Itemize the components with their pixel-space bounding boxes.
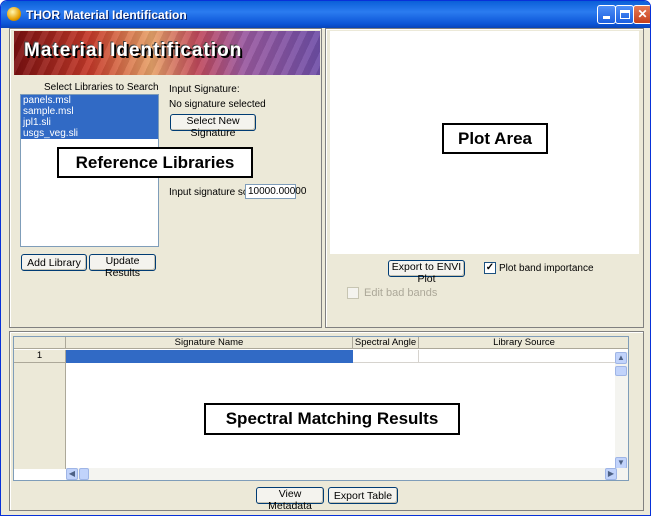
add-library-button[interactable]: Add Library: [21, 254, 87, 271]
signature-status: No signature selected: [169, 99, 266, 110]
view-metadata-button[interactable]: View Metadata: [256, 487, 324, 512]
corner-header: [14, 337, 66, 349]
export-envi-plot-button[interactable]: Export to ENVI Plot: [388, 260, 465, 285]
scroll-left-icon[interactable]: ◀: [66, 468, 78, 480]
title-bar[interactable]: THOR Material Identification ✕: [1, 1, 650, 28]
maximize-button[interactable]: [615, 5, 634, 24]
input-signature-label: Input Signature:: [169, 84, 240, 95]
edit-bad-bands-checkbox[interactable]: [347, 287, 359, 299]
column-header-spectral-angle[interactable]: Spectral Angle: [353, 337, 419, 349]
spectral-matching-callout: Spectral Matching Results: [204, 403, 460, 435]
column-header-library-source[interactable]: Library Source: [419, 337, 628, 349]
scroll-right-icon[interactable]: ▶: [605, 468, 617, 480]
export-table-button[interactable]: Export Table: [328, 487, 398, 504]
library-list-item[interactable]: usgs_veg.sli: [21, 128, 158, 139]
vertical-scrollbar[interactable]: ▲ ▼: [615, 352, 628, 469]
checkmark-icon: ✓: [485, 262, 495, 273]
results-panel: Signature Name Spectral Angle Library So…: [9, 331, 644, 512]
maximize-icon: [619, 10, 630, 19]
row-header-empty: [14, 363, 66, 469]
library-list-item[interactable]: jpl1.sli: [21, 117, 158, 128]
app-icon: [7, 7, 21, 21]
row-header[interactable]: 1: [14, 350, 66, 363]
close-icon: ✕: [637, 7, 648, 21]
scroll-thumb[interactable]: [615, 366, 627, 376]
band-importance-label: Plot band importance: [499, 263, 594, 274]
table-cell[interactable]: [353, 350, 419, 363]
hscroll-thumb[interactable]: [79, 468, 89, 480]
scale-input[interactable]: 10000.00000: [245, 184, 306, 199]
plot-panel: Plot Area Export to ENVI Plot ✓ Plot ban…: [325, 28, 644, 328]
libraries-panel: Material Identification Select Libraries…: [9, 28, 322, 328]
scroll-up-icon[interactable]: ▲: [615, 352, 627, 364]
banner-title: Material Identification: [24, 40, 243, 61]
main-window: THOR Material Identification ✕ Material …: [0, 0, 651, 516]
update-results-button[interactable]: Update Results: [89, 254, 156, 279]
select-signature-button[interactable]: Select New Signature: [170, 114, 256, 139]
banner-image: Material Identification: [14, 31, 320, 75]
library-list-item[interactable]: sample.msl: [21, 106, 158, 117]
table-cell-selected[interactable]: [66, 350, 353, 363]
reference-libraries-callout: Reference Libraries: [57, 147, 253, 178]
column-header-signature-name[interactable]: Signature Name: [66, 337, 353, 349]
minimize-button[interactable]: [597, 5, 616, 24]
band-importance-checkbox[interactable]: ✓: [484, 262, 496, 274]
minimize-icon: [603, 16, 610, 19]
horizontal-scrollbar[interactable]: ◀ ▶: [66, 468, 628, 480]
select-libraries-label: Select Libraries to Search: [44, 82, 159, 93]
library-list-item[interactable]: panels.msl: [21, 95, 158, 106]
table-cell[interactable]: [419, 350, 617, 363]
close-button[interactable]: ✕: [633, 5, 650, 24]
edit-bad-bands-label: Edit bad bands: [364, 287, 438, 299]
plot-area-callout: Plot Area: [442, 123, 548, 154]
window-title: THOR Material Identification: [26, 8, 187, 22]
